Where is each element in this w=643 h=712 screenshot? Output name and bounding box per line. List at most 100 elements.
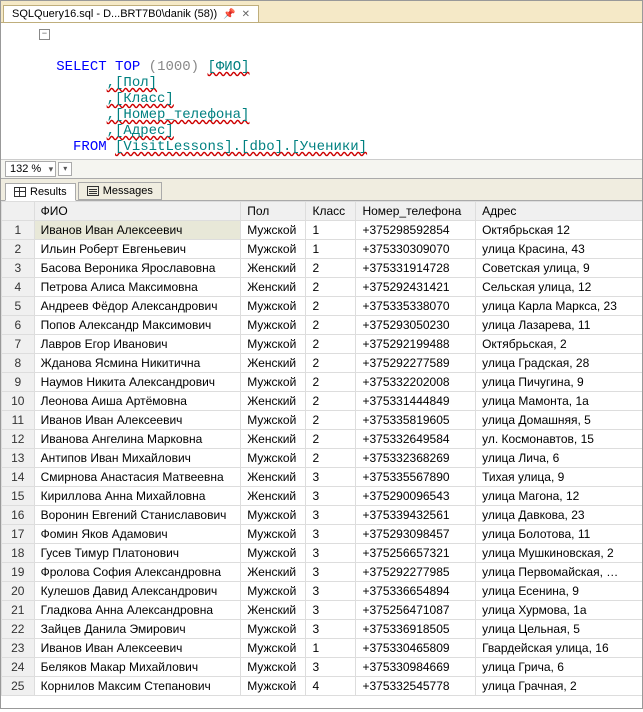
tab-messages[interactable]: Messages	[78, 182, 162, 200]
table-row[interactable]: 15Кириллова Анна МихайловнаЖенский3+3752…	[2, 487, 643, 506]
cell-pol[interactable]: Мужской	[241, 373, 306, 392]
cell-fio[interactable]: Гладкова Анна Александровна	[34, 601, 241, 620]
cell-pol[interactable]: Мужской	[241, 544, 306, 563]
row-number[interactable]: 8	[2, 354, 35, 373]
row-number[interactable]: 24	[2, 658, 35, 677]
table-row[interactable]: 12Иванова Ангелина МарковнаЖенский2+3753…	[2, 430, 643, 449]
cell-tel[interactable]: +375293050230	[356, 316, 476, 335]
cell-adr[interactable]: улица Домашняя, 5	[476, 411, 642, 430]
cell-kls[interactable]: 3	[306, 658, 356, 677]
cell-fio[interactable]: Воронин Евгений Станиславович	[34, 506, 241, 525]
results-grid[interactable]: ФИО Пол Класс Номер_телефона Адрес 1Иван…	[1, 201, 642, 696]
table-row[interactable]: 21Гладкова Анна АлександровнаЖенский3+37…	[2, 601, 643, 620]
row-number[interactable]: 21	[2, 601, 35, 620]
cell-pol[interactable]: Женский	[241, 278, 306, 297]
table-row[interactable]: 10Леонова Аиша АртёмовнаЖенский2+3753314…	[2, 392, 643, 411]
row-number[interactable]: 10	[2, 392, 35, 411]
cell-adr[interactable]: Советская улица, 9	[476, 259, 642, 278]
zoom-select[interactable]: 132 %	[5, 161, 56, 177]
cell-kls[interactable]: 3	[306, 468, 356, 487]
cell-tel[interactable]: +375331914728	[356, 259, 476, 278]
cell-kls[interactable]: 2	[306, 354, 356, 373]
cell-fio[interactable]: Зайцев Данила Эмирович	[34, 620, 241, 639]
cell-kls[interactable]: 3	[306, 506, 356, 525]
cell-pol[interactable]: Мужской	[241, 620, 306, 639]
col-header-tel[interactable]: Номер_телефона	[356, 202, 476, 221]
cell-adr[interactable]: улица Хурмова, 1а	[476, 601, 642, 620]
cell-tel[interactable]: +375256657321	[356, 544, 476, 563]
results-grid-scroll[interactable]: ФИО Пол Класс Номер_телефона Адрес 1Иван…	[1, 201, 642, 712]
cell-kls[interactable]: 3	[306, 544, 356, 563]
col-header-adr[interactable]: Адрес	[476, 202, 642, 221]
cell-fio[interactable]: Фролова София Александровна	[34, 563, 241, 582]
table-row[interactable]: 5Андреев Фёдор АлександровичМужской2+375…	[2, 297, 643, 316]
tab-results[interactable]: Results	[5, 183, 76, 201]
cell-tel[interactable]: +375336918505	[356, 620, 476, 639]
cell-adr[interactable]: улица Градская, 28	[476, 354, 642, 373]
cell-pol[interactable]: Мужской	[241, 658, 306, 677]
row-number[interactable]: 18	[2, 544, 35, 563]
table-row[interactable]: 18Гусев Тимур ПлатоновичМужской3+3752566…	[2, 544, 643, 563]
cell-kls[interactable]: 1	[306, 240, 356, 259]
cell-tel[interactable]: +375292431421	[356, 278, 476, 297]
cell-adr[interactable]: Тихая улица, 9	[476, 468, 642, 487]
cell-fio[interactable]: Фомин Яков Адамович	[34, 525, 241, 544]
cell-kls[interactable]: 3	[306, 525, 356, 544]
cell-tel[interactable]: +375331444849	[356, 392, 476, 411]
cell-kls[interactable]: 2	[306, 392, 356, 411]
table-row[interactable]: 22Зайцев Данила ЭмировичМужской3+3753369…	[2, 620, 643, 639]
cell-tel[interactable]: +375332368269	[356, 449, 476, 468]
table-row[interactable]: 6Попов Александр МаксимовичМужской2+3752…	[2, 316, 643, 335]
cell-fio[interactable]: Петрова Алиса Максимовна	[34, 278, 241, 297]
row-number[interactable]: 13	[2, 449, 35, 468]
cell-kls[interactable]: 1	[306, 221, 356, 240]
cell-fio[interactable]: Иванов Иван Алексеевич	[34, 411, 241, 430]
cell-kls[interactable]: 2	[306, 259, 356, 278]
cell-fio[interactable]: Кулешов Давид Александрович	[34, 582, 241, 601]
cell-adr[interactable]: улица Первомайская, …	[476, 563, 642, 582]
cell-adr[interactable]: улица Грачная, 2	[476, 677, 642, 696]
cell-pol[interactable]: Мужской	[241, 297, 306, 316]
cell-adr[interactable]: улица Давкова, 23	[476, 506, 642, 525]
cell-pol[interactable]: Мужской	[241, 506, 306, 525]
cell-adr[interactable]: улица Магона, 12	[476, 487, 642, 506]
row-number[interactable]: 1	[2, 221, 35, 240]
close-icon[interactable]: ✕	[242, 9, 250, 20]
cell-tel[interactable]: +375336654894	[356, 582, 476, 601]
cell-fio[interactable]: Корнилов Максим Степанович	[34, 677, 241, 696]
row-number[interactable]: 16	[2, 506, 35, 525]
fold-toggle[interactable]: −	[39, 29, 50, 40]
cell-fio[interactable]: Иванов Иван Алексеевич	[34, 639, 241, 658]
row-number[interactable]: 5	[2, 297, 35, 316]
row-number[interactable]: 2	[2, 240, 35, 259]
cell-pol[interactable]: Мужской	[241, 335, 306, 354]
table-row[interactable]: 11Иванов Иван АлексеевичМужской2+3753358…	[2, 411, 643, 430]
cell-pol[interactable]: Женский	[241, 563, 306, 582]
cell-fio[interactable]: Леонова Аиша Артёмовна	[34, 392, 241, 411]
cell-pol[interactable]: Мужской	[241, 411, 306, 430]
table-row[interactable]: 7Лавров Егор ИвановичМужской2+3752921994…	[2, 335, 643, 354]
col-header-kls[interactable]: Класс	[306, 202, 356, 221]
table-row[interactable]: 1Иванов Иван АлексеевичМужской1+37529859…	[2, 221, 643, 240]
cell-fio[interactable]: Антипов Иван Михайлович	[34, 449, 241, 468]
row-number[interactable]: 17	[2, 525, 35, 544]
table-row[interactable]: 3Басова Вероника ЯрославовнаЖенский2+375…	[2, 259, 643, 278]
cell-tel[interactable]: +375330984669	[356, 658, 476, 677]
cell-pol[interactable]: Мужской	[241, 221, 306, 240]
cell-tel[interactable]: +375332649584	[356, 430, 476, 449]
cell-kls[interactable]: 2	[306, 449, 356, 468]
cell-adr[interactable]: улица Грича, 6	[476, 658, 642, 677]
cell-adr[interactable]: Гвардейская улица, 16	[476, 639, 642, 658]
table-row[interactable]: 13Антипов Иван МихайловичМужской2+375332…	[2, 449, 643, 468]
pin-icon[interactable]: 📌	[223, 9, 235, 20]
cell-tel[interactable]: +375335819605	[356, 411, 476, 430]
cell-adr[interactable]: улица Карла Маркса, 23	[476, 297, 642, 316]
row-number[interactable]: 7	[2, 335, 35, 354]
cell-fio[interactable]: Иванов Иван Алексеевич	[34, 221, 241, 240]
table-row[interactable]: 23Иванов Иван АлексеевичМужской1+3753304…	[2, 639, 643, 658]
cell-tel[interactable]: +375293098457	[356, 525, 476, 544]
row-number[interactable]: 4	[2, 278, 35, 297]
row-number[interactable]: 15	[2, 487, 35, 506]
col-header-pol[interactable]: Пол	[241, 202, 306, 221]
cell-tel[interactable]: +375292277985	[356, 563, 476, 582]
